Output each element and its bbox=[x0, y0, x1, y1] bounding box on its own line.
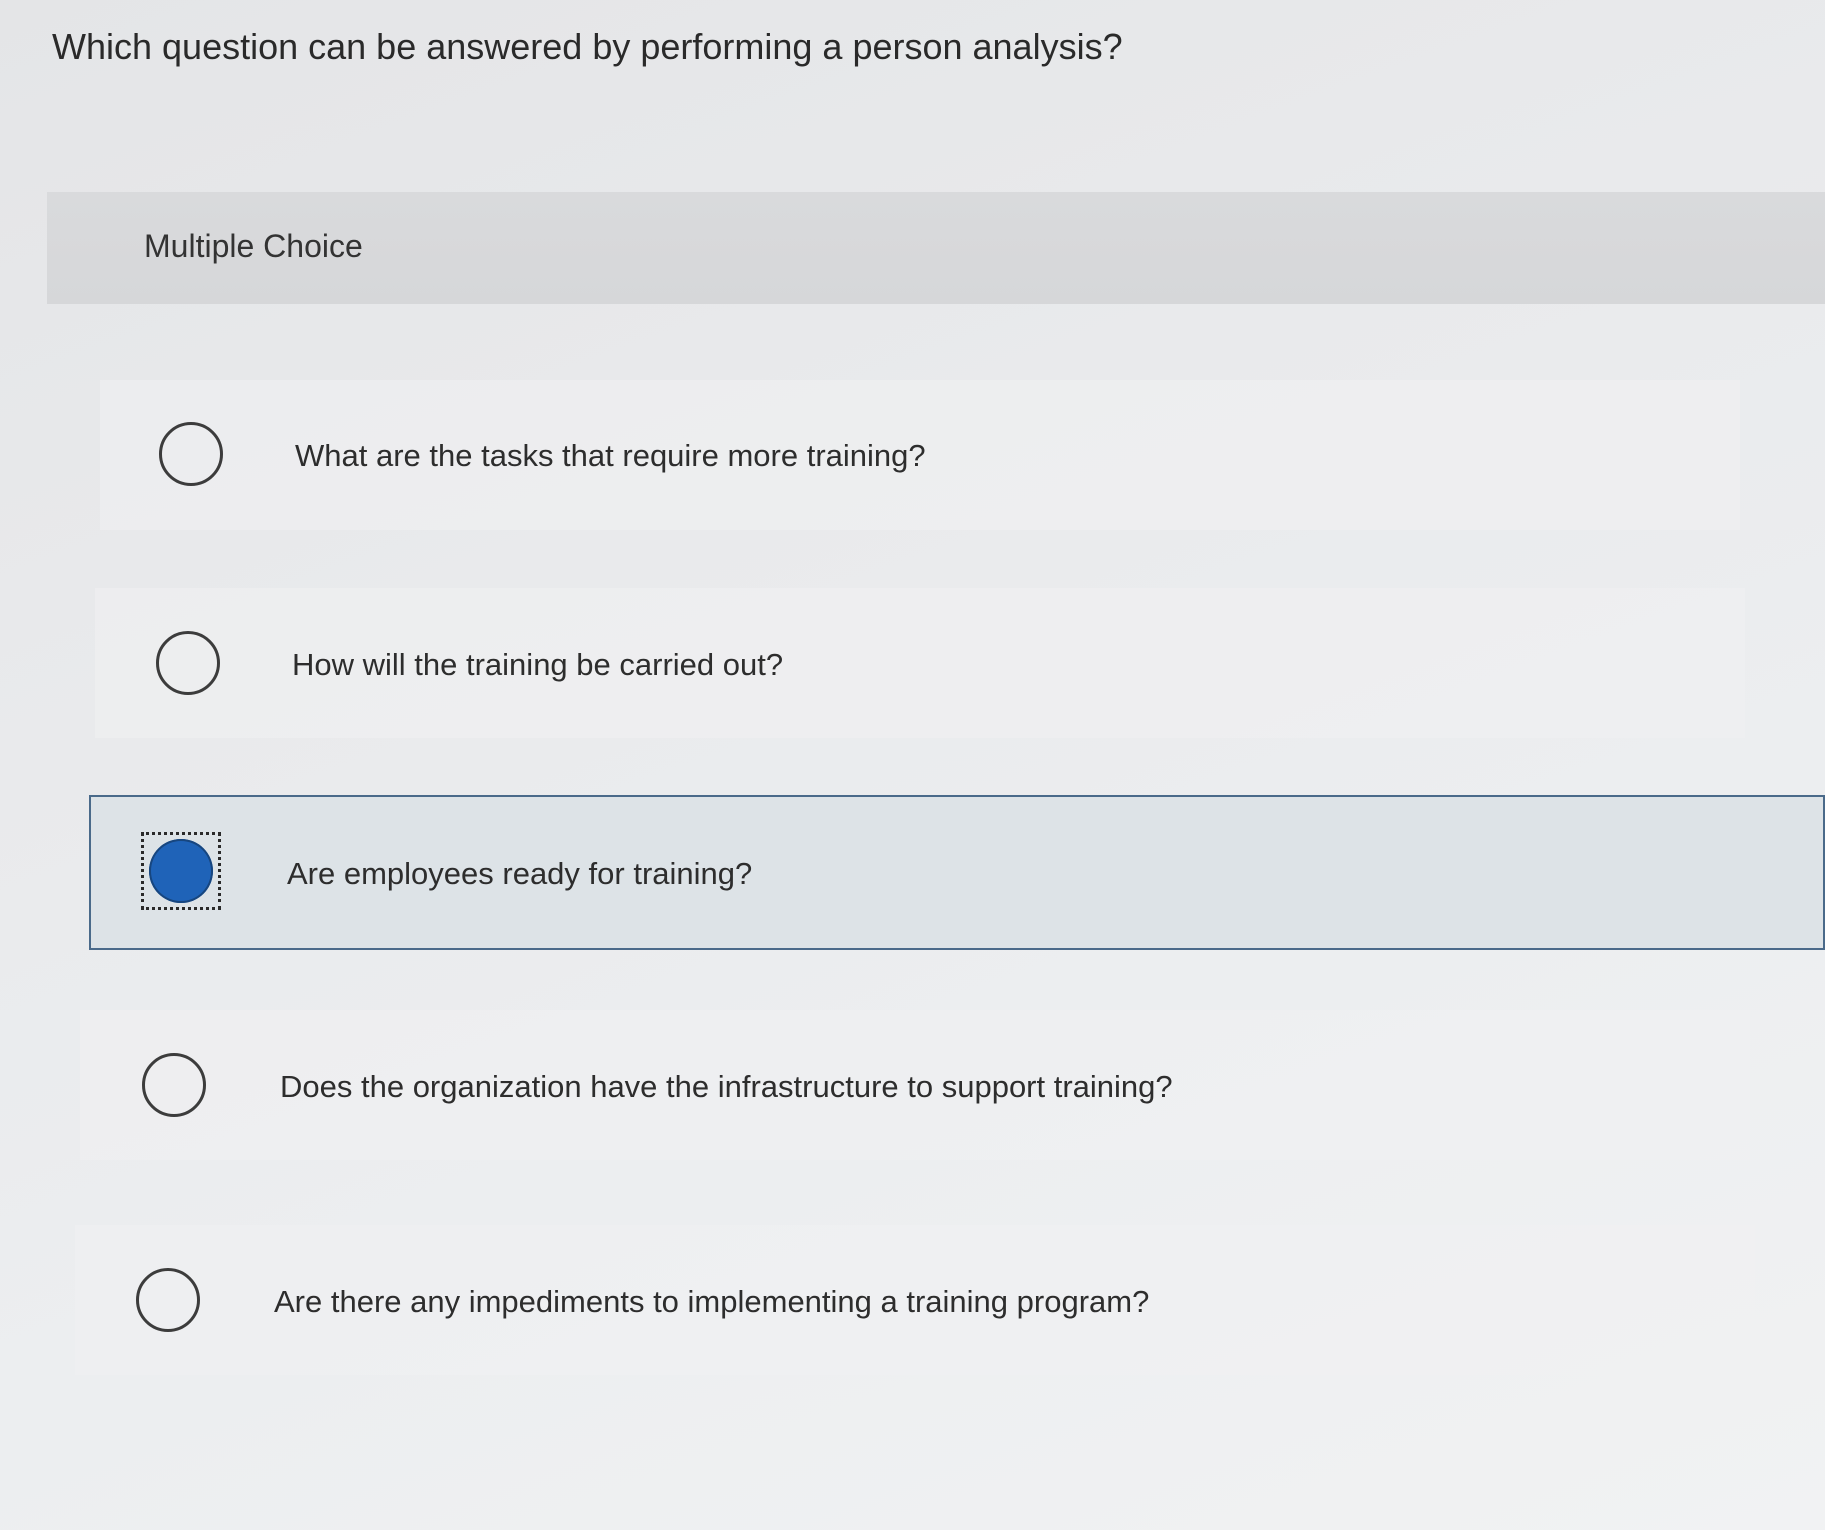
answer-option-3-selected[interactable]: Are employees ready for training? bbox=[89, 795, 1825, 950]
answer-option-label: What are the tasks that require more tra… bbox=[295, 438, 926, 473]
question-type-label: Multiple Choice bbox=[144, 228, 363, 264]
radio-button-selected-icon bbox=[149, 839, 213, 903]
radio-button-unselected-icon[interactable] bbox=[136, 1268, 200, 1332]
answer-option-5[interactable]: Are there any impediments to implementin… bbox=[75, 1225, 1755, 1375]
answer-option-label: Does the organization have the infrastru… bbox=[280, 1069, 1173, 1104]
question-type-header: Multiple Choice bbox=[47, 192, 1825, 304]
radio-button-focus-ring[interactable] bbox=[141, 832, 221, 910]
answer-option-1[interactable]: What are the tasks that require more tra… bbox=[100, 380, 1740, 530]
answer-option-label: Are there any impediments to implementin… bbox=[274, 1284, 1150, 1319]
answer-option-label: Are employees ready for training? bbox=[287, 856, 753, 891]
answer-option-2[interactable]: How will the training be carried out? bbox=[95, 588, 1745, 738]
radio-button-unselected-icon[interactable] bbox=[156, 631, 220, 695]
radio-button-unselected-icon[interactable] bbox=[142, 1053, 206, 1117]
radio-button-unselected-icon[interactable] bbox=[159, 422, 223, 486]
answer-option-4[interactable]: Does the organization have the infrastru… bbox=[80, 1010, 1750, 1160]
answer-option-label: How will the training be carried out? bbox=[292, 647, 784, 682]
question-text: Which question can be answered by perfor… bbox=[52, 26, 1123, 67]
